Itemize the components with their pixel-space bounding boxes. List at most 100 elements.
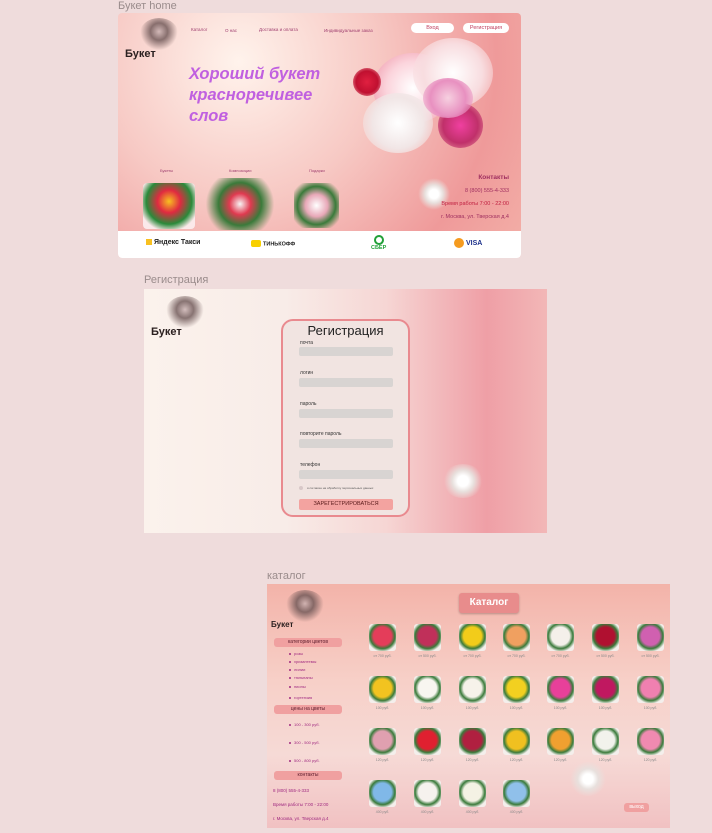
product-image[interactable] [592,624,619,651]
sidebar-category-peonies[interactable]: пионы [289,684,306,689]
logo[interactable]: Букет [151,296,211,344]
product-image[interactable] [503,676,530,703]
product-card[interactable]: 100 руб. [414,676,441,710]
product-image[interactable] [369,728,396,755]
product-card[interactable]: от 700 руб. [547,624,574,658]
product-image[interactable] [592,728,619,755]
partner-tinkoff[interactable]: ТИНЬКОФФ [251,240,295,247]
product-image[interactable] [547,728,574,755]
sidebar-category-roses[interactable]: розы [289,651,303,656]
login-field[interactable] [299,378,393,387]
sidebar-category-lilies[interactable]: лилии [289,667,305,672]
sidebar-categories-header[interactable]: категории цветов [274,638,342,647]
bullet-icon [289,696,291,699]
product-card[interactable]: 400 руб. [503,780,530,814]
product-image[interactable] [503,728,530,755]
product-card[interactable]: от 500 руб. [414,624,441,658]
partner-yandex-taxi[interactable]: Яндекс Такси [146,239,200,246]
partner-visa[interactable]: VISA [454,238,482,248]
product-price: от 500 руб. [418,654,437,658]
repeat-password-field[interactable] [299,439,393,448]
product-image[interactable] [503,780,530,807]
nav-delivery[interactable]: Доставка и оплата [259,27,298,32]
product-card[interactable]: от 700 руб. [459,624,486,658]
category-image-gifts[interactable] [294,183,339,228]
product-image[interactable] [414,728,441,755]
product-card[interactable]: от 500 руб. [592,624,619,658]
tinkoff-logo-icon [251,240,261,247]
category-label-bouquets[interactable]: Букеты [160,168,173,173]
product-image[interactable] [459,676,486,703]
product-image[interactable] [414,780,441,807]
category-label-compositions[interactable]: Композиции [229,168,251,173]
nav-about[interactable]: О нас [225,28,237,33]
product-image[interactable] [637,728,664,755]
product-image[interactable] [459,624,486,651]
product-image[interactable] [637,624,664,651]
product-card[interactable]: 100 руб. [503,676,530,710]
contacts-phone[interactable]: 8 (800) 555-4-333 [389,188,509,194]
partner-sber-text: СБЕР [371,245,387,251]
tree-logo-icon [139,18,179,52]
product-price: 100 руб. [643,706,658,710]
register-submit-button[interactable]: ЗАРЕГЕСТРИРОВАТЬСЯ [299,499,393,510]
sidebar-category-hydrangea[interactable]: гортензия [289,695,312,700]
product-image[interactable] [637,676,664,703]
product-card[interactable]: от 500 руб. [637,624,664,658]
product-card[interactable]: 120 руб. [459,728,486,762]
product-card[interactable]: 400 руб. [414,780,441,814]
product-card[interactable]: от 700 руб. [503,624,530,658]
sidebar-price-range-1[interactable]: 100 - 300 руб. [289,722,320,727]
product-card[interactable]: 120 руб. [503,728,530,762]
category-image-compositions[interactable] [206,178,274,230]
registration-form: Регистрация почта логин пароль повторите… [281,319,410,517]
product-card[interactable]: 120 руб. [369,728,396,762]
consent-checkbox[interactable] [299,486,303,490]
product-image[interactable] [547,676,574,703]
register-button[interactable]: Регистрация [463,23,509,33]
tree-logo-icon [285,590,325,624]
product-image[interactable] [414,624,441,651]
product-image[interactable] [369,676,396,703]
password-field[interactable] [299,409,393,418]
sidebar-price-range-2[interactable]: 300 - 500 руб. [289,740,320,745]
product-card[interactable]: 120 руб. [414,728,441,762]
sidebar-prices-header[interactable]: цены на цветы [274,705,342,714]
product-card[interactable]: 100 руб. [637,676,664,710]
product-price: 100 руб. [509,706,524,710]
product-card[interactable]: 100 руб. [592,676,619,710]
sidebar-category-chrysanthemums[interactable]: хризантемы [289,659,316,664]
login-button[interactable]: Вход [411,23,454,33]
sidebar-category-tulips[interactable]: тюльпаны [289,675,313,680]
sidebar-phone[interactable]: 8 (800) 555-4-333 [273,788,309,793]
product-card[interactable]: 120 руб. [637,728,664,762]
product-image[interactable] [369,624,396,651]
product-image[interactable] [503,624,530,651]
product-card[interactable]: 120 руб. [592,728,619,762]
product-card[interactable]: 100 руб. [369,676,396,710]
exit-button[interactable]: выход [624,803,649,812]
nav-catalog[interactable]: Каталог [191,27,207,32]
category-label-gifts[interactable]: Подарки [309,168,325,173]
product-card[interactable]: 100 руб. [459,676,486,710]
product-image[interactable] [547,624,574,651]
email-field[interactable] [299,347,393,356]
sidebar-price-range-3[interactable]: 500 - 800 руб. [289,758,320,763]
product-image[interactable] [459,728,486,755]
phone-field[interactable] [299,470,393,479]
product-card[interactable]: от 700 руб. [369,624,396,658]
category-image-bouquets[interactable] [143,183,195,229]
product-card[interactable]: 400 руб. [459,780,486,814]
product-price: от 700 руб. [507,654,526,658]
logo[interactable]: Букет [125,18,185,66]
product-image[interactable] [592,676,619,703]
product-card[interactable]: 100 руб. [547,676,574,710]
sidebar-contacts-header[interactable]: контакты [274,771,342,780]
product-card[interactable]: 400 руб. [369,780,396,814]
partner-sber[interactable]: СБЕР [371,235,386,251]
product-image[interactable] [369,780,396,807]
logo[interactable]: Букет [271,590,331,638]
product-card[interactable]: 120 руб. [547,728,574,762]
product-image[interactable] [459,780,486,807]
product-image[interactable] [414,676,441,703]
